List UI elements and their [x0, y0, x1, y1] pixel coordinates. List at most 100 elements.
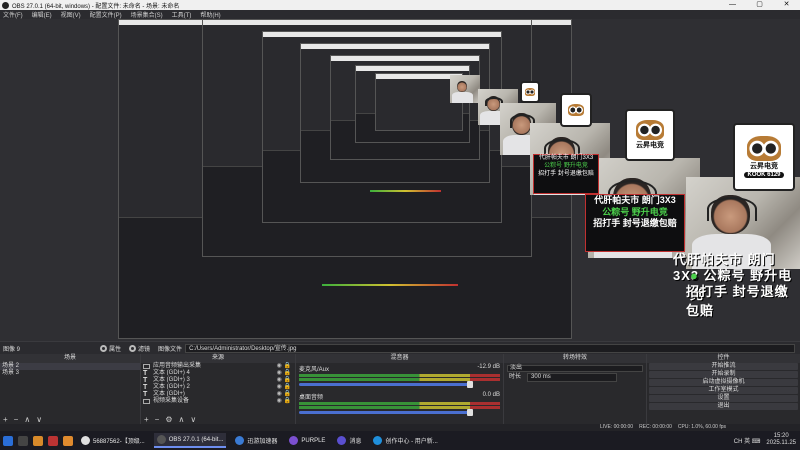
move-down-button[interactable]: ∨: [190, 415, 196, 424]
settings-button[interactable]: 设置: [649, 395, 798, 402]
volume-slider[interactable]: [299, 381, 473, 388]
eye-icon[interactable]: ◉ 🔒: [277, 363, 291, 370]
duration-field[interactable]: 300 ms: [527, 373, 618, 382]
yunsheng-logo-small: [560, 93, 592, 127]
move-up-button[interactable]: ∧: [179, 415, 185, 424]
eye-icon[interactable]: ◉ 🔒: [277, 384, 291, 391]
close-button[interactable]: ✕: [773, 0, 800, 10]
start-icon[interactable]: [3, 435, 13, 446]
source-item[interactable]: 应用音频输出采集 ◉ 🔒: [141, 363, 295, 370]
sources-dock: 来源 应用音频输出采集 ◉ 🔒 T 文本 (GDI+) 4 ◉ 🔒 T 文本 (GDI+…: [141, 354, 296, 424]
scene-item[interactable]: 场景 3: [0, 370, 140, 377]
maximize-button[interactable]: ▢: [746, 0, 773, 10]
yunsheng-logo-small: [520, 81, 540, 103]
cpu-status: CPU: 1.0%, 60.00 fps: [677, 424, 726, 430]
task-view-icon[interactable]: [18, 435, 28, 446]
text-icon: T: [143, 370, 148, 377]
move-down-button[interactable]: ∨: [36, 415, 42, 424]
source-item[interactable]: T 文本 (GDI+) 3 ◉ 🔒: [141, 377, 295, 384]
yunsheng-logo-medium: 云昇电竞: [625, 109, 675, 161]
properties-button[interactable]: 属性: [100, 344, 121, 353]
taskbar-item[interactable]: 创作中心 - 用户新...: [370, 433, 440, 448]
track-name: 桌面音频: [299, 395, 324, 401]
taskbar-item[interactable]: 迅游加速器: [232, 433, 280, 448]
taskbar-item-obs[interactable]: OBS 27.0.1 (64-bit...: [153, 433, 227, 448]
eye-icon[interactable]: ◉ 🔒: [277, 370, 291, 377]
scenes-dock: 场景 场景 2 场景 3 + − ∧ ∨: [0, 354, 141, 424]
volume-meter: [299, 402, 500, 405]
selected-source-label: 图像 9: [3, 346, 21, 353]
system-tray: CH 英 ⌨ 15:20 2025.11.25: [734, 433, 796, 447]
source-settings-button[interactable]: ⚙: [165, 415, 172, 424]
live-time: LIVE: 00:00:00: [600, 424, 634, 430]
controls-dock: 控件 开始推流 开始录制 启动虚拟摄像机 工作室模式 设置 退出: [647, 354, 800, 424]
browser-icon: [373, 436, 383, 445]
logo-kook-id: KOOK 6129: [744, 172, 784, 179]
add-source-button[interactable]: +: [144, 415, 149, 424]
app-icon: [337, 436, 347, 445]
source-item[interactable]: T 文本 (GDI+) ◉ 🔒: [141, 391, 295, 398]
remove-scene-button[interactable]: −: [14, 415, 19, 424]
text-icon: T: [143, 377, 148, 384]
menu-scene-collection[interactable]: 场景集合(S): [131, 10, 163, 19]
source-toolbar: 图像 9 属性 滤镜 图像文件 C:/Users/Administrator/D…: [0, 341, 800, 354]
transition-select[interactable]: 淡出: [507, 365, 643, 372]
minimize-button[interactable]: —: [719, 0, 746, 10]
eye-icon[interactable]: ◉ 🔒: [277, 377, 291, 384]
menu-tools[interactable]: 工具(T): [172, 10, 192, 19]
ad-banner-medium: 代肝帕夫市 朗门3X3 公粽号 野升电竞 招打手 封号退缴包赔: [585, 194, 685, 252]
taskbar-item[interactable]: PURPLE: [286, 433, 328, 448]
image-file-label: 图像文件: [158, 346, 183, 353]
gear-icon: [100, 344, 108, 352]
filter-icon: [129, 344, 137, 352]
transitions-dock: 转场特效 淡出 时长 300 ms: [504, 354, 647, 424]
filters-button[interactable]: 滤镜: [129, 344, 150, 353]
exit-button[interactable]: 退出: [649, 403, 798, 410]
menu-view[interactable]: 视图(V): [61, 10, 81, 19]
text-icon: T: [143, 384, 148, 391]
menu-edit[interactable]: 编辑(E): [32, 10, 52, 19]
taskbar-item[interactable]: 消息: [334, 433, 364, 448]
app-audio-icon: [143, 364, 150, 369]
virtual-camera-button[interactable]: 启动虚拟摄像机: [649, 379, 798, 386]
image-path-field[interactable]: C:/Users/Administrator/Desktop/宣传.jpg: [185, 343, 796, 353]
remove-source-button[interactable]: −: [155, 415, 160, 424]
move-up-button[interactable]: ∧: [24, 415, 30, 424]
menu-file[interactable]: 文件(F): [3, 10, 23, 19]
track-name: 麦克风/Aux: [299, 367, 330, 373]
mixer-header: 混音器: [296, 354, 503, 363]
menu-help[interactable]: 帮助(H): [200, 10, 220, 19]
taskbar-item[interactable]: 56887562-【顶级...: [78, 433, 148, 448]
mixer-track: 桌面音频 0.0 dB: [296, 391, 503, 416]
obs-icon: [156, 435, 166, 444]
controls-header: 控件: [647, 354, 800, 363]
start-streaming-button[interactable]: 开始推流: [649, 363, 798, 370]
source-item[interactable]: T 文本 (GDI+) 2 ◉ 🔒: [141, 384, 295, 391]
menu-profile[interactable]: 配置文件(P): [90, 10, 122, 19]
add-scene-button[interactable]: +: [3, 415, 8, 424]
volume-meter: [299, 374, 500, 377]
duration-row: 时长 300 ms: [507, 373, 643, 382]
scene-item[interactable]: 场景 2: [0, 363, 140, 370]
eye-icon[interactable]: ◉ 🔒: [277, 398, 291, 405]
track-db: -12.9 dB: [477, 364, 500, 370]
camera-icon: [143, 399, 150, 404]
app-pin-icon[interactable]: [63, 435, 73, 446]
app-pin-icon[interactable]: [48, 435, 58, 446]
volume-slider[interactable]: [299, 409, 473, 416]
app-pin-icon[interactable]: [33, 435, 43, 446]
source-item[interactable]: T 文本 (GDI+) 4 ◉ 🔒: [141, 370, 295, 377]
webcam-feed-small: [450, 75, 480, 103]
clock[interactable]: 15:20 2025.11.25: [766, 433, 796, 447]
start-recording-button[interactable]: 开始录制: [649, 371, 798, 378]
scenes-footer: + − ∧ ∨: [0, 415, 140, 424]
studio-mode-button[interactable]: 工作室模式: [649, 387, 798, 394]
ad-banner-small: 代肝帕夫市 朗门3X3 公粽号 野升电竞 招打手 封号退缴包赔: [533, 154, 599, 194]
eye-icon[interactable]: ◉ 🔒: [277, 391, 291, 398]
sources-footer: + − ⚙ ∧ ∨: [141, 415, 295, 424]
preview-canvas[interactable]: 云昇电竞 云昇电竞 KOOK 6129 代肝帕夫市 朗门3X3 公粽号 野升电竞…: [0, 19, 800, 341]
text-icon: T: [143, 391, 148, 398]
source-item[interactable]: 视频采集设备 ◉ 🔒: [141, 398, 295, 405]
tray-icons[interactable]: CH 英 ⌨: [734, 436, 761, 445]
window-title: OBS 27.0.1 (64-bit, windows) - 配置文件: 未命名…: [12, 3, 180, 10]
